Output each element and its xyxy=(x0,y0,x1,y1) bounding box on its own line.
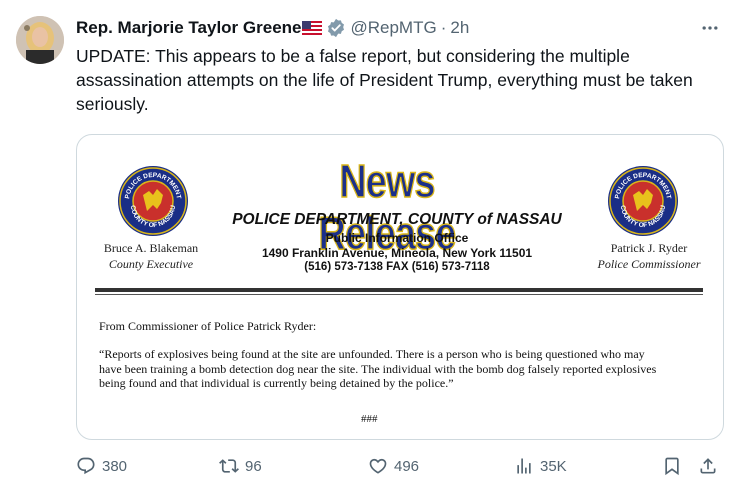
repost-icon xyxy=(219,459,239,473)
end-mark: ### xyxy=(361,413,378,425)
reply-icon xyxy=(77,457,95,475)
repost-count: 96 xyxy=(245,457,262,475)
views-count: 35K xyxy=(540,457,567,475)
repost-button[interactable]: 96 xyxy=(219,446,262,486)
reply-count: 380 xyxy=(102,457,128,475)
office-name: Public Information Office xyxy=(325,231,469,245)
like-button[interactable]: 496 xyxy=(368,446,419,486)
right-official-title: Police Commissioner xyxy=(597,257,701,271)
bookmark-icon xyxy=(665,457,679,476)
police-seal-right-icon: POLICE DEPARTMENT COUNTY OF NASSAU xyxy=(608,166,678,236)
from-line: From Commissioner of Police Patrick Ryde… xyxy=(99,319,317,333)
tweet-text: UPDATE: This appears to be a false repor… xyxy=(76,46,693,114)
office-address: 1490 Franklin Avenue, Mineola, New York … xyxy=(261,246,533,260)
left-official-name: Bruce A. Blakeman xyxy=(103,241,199,255)
police-seal-left-icon: POLICE DEPARTMENT COUNTY OF NASSAU xyxy=(118,166,188,236)
avatar[interactable] xyxy=(16,16,64,64)
profile-photo xyxy=(16,16,64,64)
timestamp[interactable]: 2h xyxy=(450,18,469,38)
office-phone: (516) 573-7138 FAX (516) 573-7118 xyxy=(304,261,490,273)
header-divider-thin xyxy=(95,294,703,295)
share-button[interactable] xyxy=(698,446,718,486)
reply-button[interactable]: 380 xyxy=(76,446,127,486)
heart-icon xyxy=(369,458,387,474)
right-official-name: Patrick J. Ryder xyxy=(610,241,688,255)
separator-dot: · xyxy=(440,18,447,37)
more-options-icon[interactable] xyxy=(698,16,722,40)
us-flag-icon xyxy=(302,21,323,35)
tweet-header: Rep. Marjorie Taylor Greene @RepMTG · 2h xyxy=(76,16,469,40)
tweet-actions: 380 96 496 35K xyxy=(76,446,726,486)
tweet-media-image[interactable]: POLICE DEPARTMENT COUNTY OF NASSAU POLIC… xyxy=(76,134,724,440)
author-name[interactable]: Rep. Marjorie Taylor Greene xyxy=(76,18,301,38)
bookmark-button[interactable] xyxy=(662,446,682,486)
header-divider xyxy=(95,288,703,292)
department-name: POLICE DEPARTMENT, COUNTY of NASSAU xyxy=(232,211,562,228)
statement-body: “Reports of explosives being found at th… xyxy=(99,347,657,390)
verified-badge-icon[interactable] xyxy=(326,18,346,38)
share-icon xyxy=(700,458,716,474)
views-button[interactable]: 35K xyxy=(514,446,567,486)
like-count: 496 xyxy=(394,457,420,475)
author-handle[interactable]: @RepMTG xyxy=(350,18,436,38)
views-chart-icon xyxy=(517,458,531,474)
left-official-title: County Executive xyxy=(108,257,194,271)
